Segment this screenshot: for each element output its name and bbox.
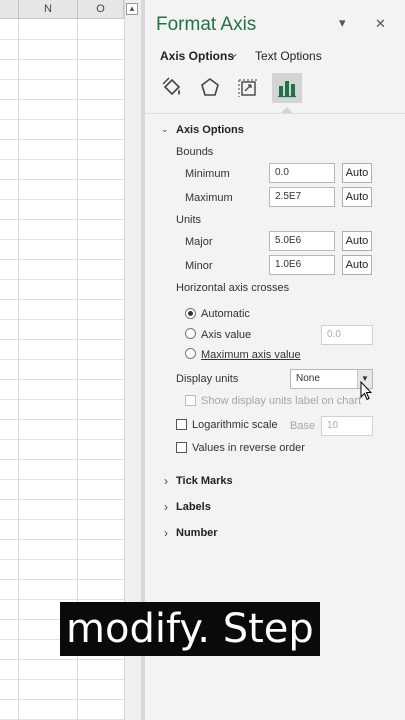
logarithmic-scale-label[interactable]: Logarithmic scale	[192, 419, 278, 431]
column-header-o[interactable]: O	[78, 0, 124, 19]
gridline	[0, 259, 124, 260]
gridline	[0, 379, 124, 380]
minimum-label: Minimum	[185, 168, 230, 180]
effects-icon[interactable]	[195, 73, 225, 103]
size-properties-icon[interactable]	[233, 73, 263, 103]
gridline	[0, 359, 124, 360]
radio-automatic-label[interactable]: Automatic	[201, 308, 250, 320]
section-tick-marks[interactable]: Tick Marks	[176, 475, 233, 487]
gridline	[0, 159, 124, 160]
major-auto-button[interactable]: Auto	[342, 231, 372, 251]
gridline	[0, 199, 124, 200]
gridline	[0, 299, 124, 300]
gridline	[0, 219, 124, 220]
radio-axis-value[interactable]	[185, 328, 196, 339]
close-pane-button[interactable]: ✕	[375, 16, 386, 32]
minor-label: Minor	[185, 260, 213, 272]
display-units-value: None	[296, 373, 320, 384]
gridline	[0, 519, 124, 520]
gridline	[0, 39, 124, 40]
radio-axis-value-label[interactable]: Axis value	[201, 329, 251, 341]
column-header-partial[interactable]	[0, 0, 19, 19]
logarithmic-scale-checkbox[interactable]	[176, 419, 187, 430]
scroll-up-button[interactable]: ▲	[126, 3, 138, 15]
pane-options-button[interactable]: ▾	[339, 15, 346, 31]
major-label: Major	[185, 236, 213, 248]
gridline	[0, 399, 124, 400]
maximum-label: Maximum	[185, 192, 233, 204]
gridline	[0, 559, 124, 560]
tab-text-options[interactable]: Text Options	[255, 49, 322, 63]
gridline	[0, 439, 124, 440]
units-label: Units	[176, 214, 202, 226]
radio-maximum-axis-value-label[interactable]: Maximum axis value	[201, 349, 301, 361]
minimum-auto-button[interactable]: Auto	[342, 163, 372, 183]
column-header-n[interactable]: N	[19, 0, 78, 19]
base-label: Base	[290, 420, 316, 432]
minimum-input[interactable]: 0.0	[269, 163, 335, 183]
radio-maximum-axis-value[interactable]	[185, 348, 196, 359]
base-input[interactable]: 10	[321, 416, 373, 436]
chevron-down-icon[interactable]: ⌄	[229, 46, 239, 60]
gridline	[0, 419, 124, 420]
video-caption: modify. Step	[60, 602, 320, 656]
gridline	[0, 479, 124, 480]
gridline	[0, 339, 124, 340]
gridline	[18, 19, 19, 720]
gridline	[0, 99, 124, 100]
show-units-label-text: Show display units label on chart	[201, 395, 362, 407]
chevron-right-icon[interactable]: ›	[164, 474, 168, 488]
gridline	[0, 79, 124, 80]
bounds-label: Bounds	[176, 146, 214, 158]
maximum-input[interactable]: 2.5E7	[269, 187, 335, 207]
maximum-auto-button[interactable]: Auto	[342, 187, 372, 207]
axis-options-icon[interactable]	[272, 73, 302, 103]
display-units-label: Display units	[176, 373, 239, 385]
axis-value-input[interactable]: 0.0	[321, 325, 373, 345]
minor-input[interactable]: 1.0E6	[269, 255, 335, 275]
show-units-label-checkbox[interactable]	[185, 395, 196, 406]
gridline	[0, 679, 124, 680]
gridline	[0, 459, 124, 460]
fill-line-icon[interactable]	[157, 73, 187, 103]
gridline	[0, 539, 124, 540]
reverse-order-label[interactable]: Values in reverse order	[192, 442, 305, 454]
section-axis-options[interactable]: Axis Options	[176, 124, 244, 136]
tab-axis-options[interactable]: Axis Options	[160, 49, 234, 63]
section-number[interactable]: Number	[176, 527, 218, 539]
gridline	[0, 279, 124, 280]
chevron-right-icon[interactable]: ›	[164, 526, 168, 540]
gridline	[0, 59, 124, 60]
pane-title: Format Axis	[156, 14, 257, 35]
gridline	[0, 659, 124, 660]
gridline	[0, 239, 124, 240]
gridline	[0, 139, 124, 140]
axis-crosses-label: Horizontal axis crosses	[176, 282, 290, 294]
gridline	[0, 599, 124, 600]
gridline	[0, 119, 124, 120]
mouse-cursor-icon	[360, 380, 373, 406]
section-labels[interactable]: Labels	[176, 501, 211, 513]
gridline	[0, 319, 124, 320]
gridline	[0, 499, 124, 500]
gridline	[0, 579, 124, 580]
reverse-order-checkbox[interactable]	[176, 442, 187, 453]
minor-auto-button[interactable]: Auto	[342, 255, 372, 275]
divider	[145, 113, 405, 114]
chevron-right-icon[interactable]: ›	[164, 500, 168, 514]
radio-automatic[interactable]	[185, 308, 196, 319]
chevron-down-icon[interactable]: ⌄	[161, 124, 169, 135]
major-input[interactable]: 5.0E6	[269, 231, 335, 251]
gridline	[0, 699, 124, 700]
gridline	[0, 179, 124, 180]
